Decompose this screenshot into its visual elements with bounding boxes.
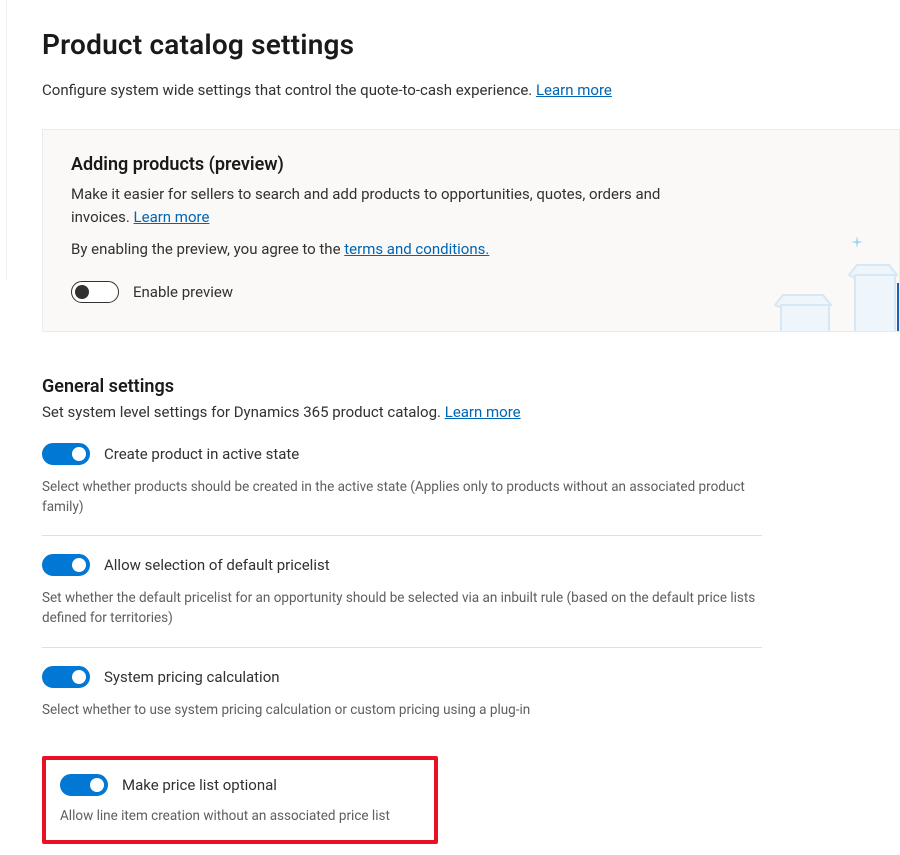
create-active-desc: Select whether products should be create… (42, 477, 762, 518)
toggle-knob (72, 558, 86, 572)
preview-panel: Adding products (preview) Make it easier… (42, 129, 900, 332)
pricelist-optional-label: Make price list optional (122, 776, 277, 794)
default-pricelist-label: Allow selection of default pricelist (104, 556, 330, 574)
system-pricing-label: System pricing calculation (104, 668, 280, 686)
pricelist-optional-toggle[interactable] (60, 774, 108, 796)
default-pricelist-desc: Set whether the default pricelist for an… (42, 588, 762, 629)
enable-preview-row: Enable preview (71, 281, 871, 303)
enable-preview-label: Enable preview (133, 283, 233, 301)
general-section: General settings Set system level settin… (42, 376, 762, 844)
intro-text: Configure system wide settings that cont… (42, 81, 532, 99)
toggle-knob (72, 670, 86, 684)
general-heading: General settings (42, 376, 762, 397)
toggle-knob (72, 447, 86, 461)
sparkle-icon (867, 326, 879, 332)
preview-body: Make it easier for sellers to search and… (71, 183, 691, 228)
page-intro: Configure system wide settings that cont… (42, 81, 900, 99)
sparkle-icon (851, 236, 863, 248)
page-title: Product catalog settings (42, 28, 900, 61)
setting-make-pricelist-optional: Make price list optional Allow line item… (42, 756, 438, 844)
default-pricelist-toggle[interactable] (42, 554, 90, 576)
system-pricing-desc: Select whether to use system pricing cal… (42, 700, 762, 720)
system-pricing-toggle[interactable] (42, 666, 90, 688)
general-learn-more-link[interactable]: Learn more (445, 403, 521, 421)
setting-system-pricing: System pricing calculation Select whethe… (42, 647, 762, 738)
intro-learn-more-link[interactable]: Learn more (536, 81, 612, 99)
general-sub-text: Set system level settings for Dynamics 3… (42, 403, 441, 421)
preview-heading: Adding products (preview) (71, 154, 871, 175)
general-sub: Set system level settings for Dynamics 3… (42, 403, 762, 421)
preview-terms-prefix: By enabling the preview, you agree to th… (71, 240, 344, 258)
create-active-toggle[interactable] (42, 443, 90, 465)
terms-and-conditions-link[interactable]: terms and conditions. (344, 240, 489, 258)
pricelist-optional-desc: Allow line item creation without an asso… (60, 808, 420, 824)
enable-preview-toggle[interactable] (71, 281, 119, 303)
left-rule (6, 0, 7, 280)
setting-default-pricelist: Allow selection of default pricelist Set… (42, 535, 762, 647)
preview-terms: By enabling the preview, you agree to th… (71, 238, 691, 261)
toggle-knob (75, 285, 89, 299)
create-active-label: Create product in active state (104, 445, 299, 463)
setting-create-active: Create product in active state Select wh… (42, 443, 762, 536)
preview-learn-more-link[interactable]: Learn more (134, 208, 210, 226)
toggle-knob (90, 778, 104, 792)
